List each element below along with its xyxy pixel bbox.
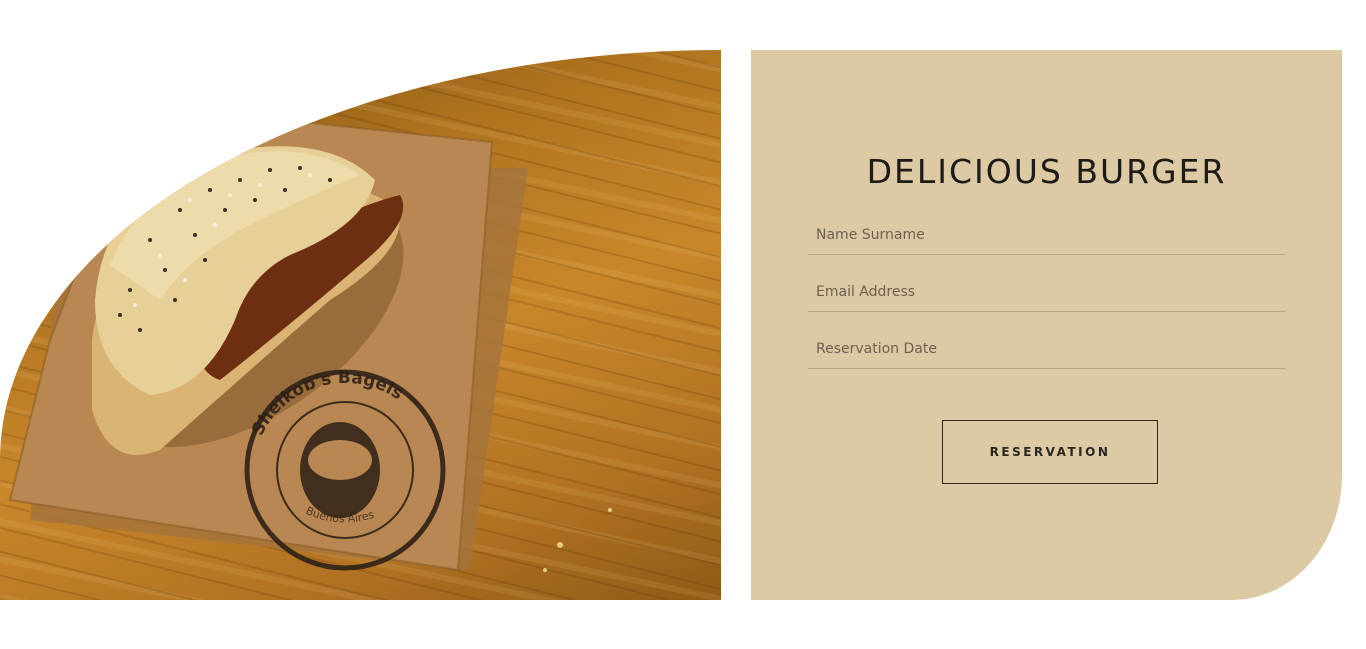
form-title: DELICIOUS BURGER: [866, 152, 1227, 191]
bagel-illustration: Sheikob's Bagels Buenos Aires: [8, 103, 612, 572]
reservation-button[interactable]: RESERVATION: [942, 420, 1158, 484]
reservation-panel: DELICIOUS BURGER RESERVATION: [751, 50, 1342, 600]
date-input[interactable]: [808, 330, 1286, 368]
name-input[interactable]: [808, 216, 1286, 254]
bagel-photo: Sheikob's Bagels Buenos Aires: [0, 50, 721, 600]
email-input[interactable]: [808, 273, 1286, 311]
date-field: [808, 330, 1286, 369]
email-field: [808, 273, 1286, 312]
name-field: [808, 216, 1286, 255]
